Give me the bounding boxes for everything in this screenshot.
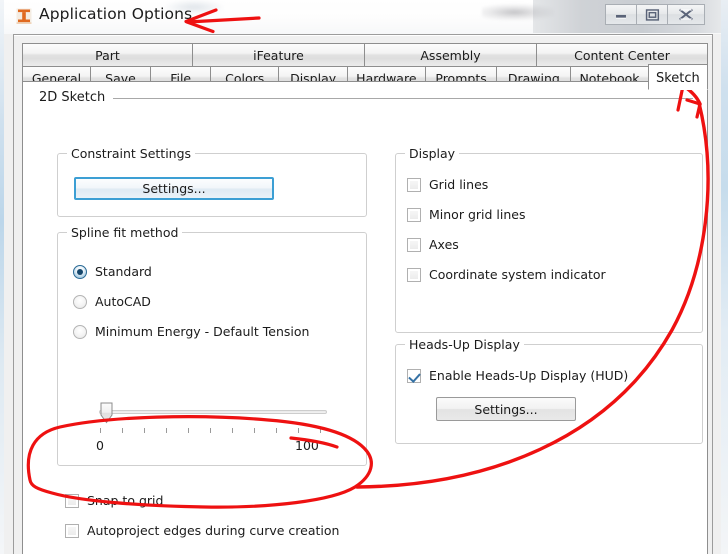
sketch-tab-page: 2D Sketch Constraint Settings Settings..… — [22, 81, 708, 554]
checkbox-enable-hud[interactable]: Enable Heads-Up Display (HUD) — [407, 368, 628, 383]
slider-thumb[interactable] — [100, 402, 113, 424]
section-title-2d-sketch: 2D Sketch — [39, 90, 106, 105]
constraint-settings-button[interactable]: Settings... — [74, 177, 274, 200]
checkbox-icon — [65, 493, 79, 508]
window-title: Application Options — [39, 5, 193, 23]
tab-sketch[interactable]: Sketch — [647, 64, 708, 90]
tension-slider[interactable]: 0 100 — [93, 400, 331, 460]
heads-up-display-group: Heads-Up Display — [395, 337, 703, 444]
section-divider — [113, 98, 693, 99]
group-legend: Spline fit method — [67, 225, 183, 240]
checkbox-icon — [407, 207, 421, 222]
maximize-button[interactable] — [636, 4, 667, 25]
title-bar[interactable]: Application Options — [4, 0, 721, 34]
checkbox-label: Snap to grid — [87, 493, 164, 508]
checkbox-autoproject-edges-curve-creation[interactable]: Autoproject edges during curve creation — [65, 523, 339, 538]
checkbox-label: Minor grid lines — [429, 207, 526, 222]
title-bar-smudge — [482, 4, 554, 20]
tab-part[interactable]: Part — [22, 43, 192, 67]
checkbox-coordinate-system-indicator[interactable]: Coordinate system indicator — [407, 267, 606, 282]
radio-autocad[interactable]: AutoCAD — [73, 294, 151, 309]
application-options-window: Application Options Part iFeature Assemb… — [4, 0, 721, 554]
tab-ifeature[interactable]: iFeature — [192, 43, 364, 67]
group-legend: Constraint Settings — [67, 146, 196, 161]
maximize-icon — [645, 9, 660, 21]
minimize-icon — [616, 14, 626, 19]
radio-minimum-energy[interactable]: Minimum Energy - Default Tension — [73, 324, 309, 339]
radio-label: AutoCAD — [95, 294, 151, 309]
dialog-body: Part iFeature Assembly Content Center Ge… — [13, 34, 713, 554]
checkbox-icon — [407, 177, 421, 192]
minimize-button[interactable] — [605, 4, 636, 25]
group-legend: Heads-Up Display — [405, 337, 524, 352]
tab-label: Content Center — [574, 47, 670, 63]
radio-label: Minimum Energy - Default Tension — [95, 324, 310, 339]
checkbox-label: Coordinate system indicator — [429, 267, 606, 282]
checkbox-icon — [407, 368, 421, 383]
checkbox-label: Axes — [429, 237, 459, 252]
checkbox-icon — [407, 267, 421, 282]
close-button[interactable] — [667, 4, 705, 25]
checkbox-snap-to-grid[interactable]: Snap to grid — [65, 493, 163, 508]
slider-track[interactable] — [99, 410, 327, 414]
radio-button-icon — [73, 294, 87, 309]
radio-button-icon — [73, 324, 87, 339]
button-label: Settings... — [142, 181, 206, 196]
checkbox-label: Enable Heads-Up Display (HUD) — [429, 368, 629, 383]
radio-standard[interactable]: Standard — [73, 264, 152, 279]
hud-settings-button[interactable]: Settings... — [436, 397, 576, 421]
tab-label: iFeature — [253, 47, 304, 63]
tab-label: Assembly — [420, 47, 481, 63]
slider-min-label: 0 — [96, 438, 104, 453]
close-icon — [679, 8, 693, 21]
tab-label: Sketch — [655, 71, 700, 86]
checkbox-grid-lines[interactable]: Grid lines — [407, 177, 488, 192]
checkbox-label: Autoproject edges during curve creation — [87, 523, 340, 538]
checkbox-label: Grid lines — [429, 177, 489, 192]
checkbox-minor-grid-lines[interactable]: Minor grid lines — [407, 207, 525, 222]
tab-label: Part — [95, 47, 120, 63]
slider-max-label: 100 — [295, 438, 319, 453]
button-label: Settings... — [474, 401, 538, 417]
inventor-i-icon — [14, 6, 34, 26]
checkbox-icon — [65, 523, 79, 538]
tab-assembly[interactable]: Assembly — [364, 43, 536, 67]
group-legend: Display — [405, 146, 460, 161]
radio-label: Standard — [95, 264, 152, 279]
checkbox-axes[interactable]: Axes — [407, 237, 459, 252]
tab-row-primary: Part iFeature Assembly Content Center — [22, 43, 708, 67]
checkbox-icon — [407, 237, 421, 252]
radio-button-icon — [73, 264, 87, 279]
